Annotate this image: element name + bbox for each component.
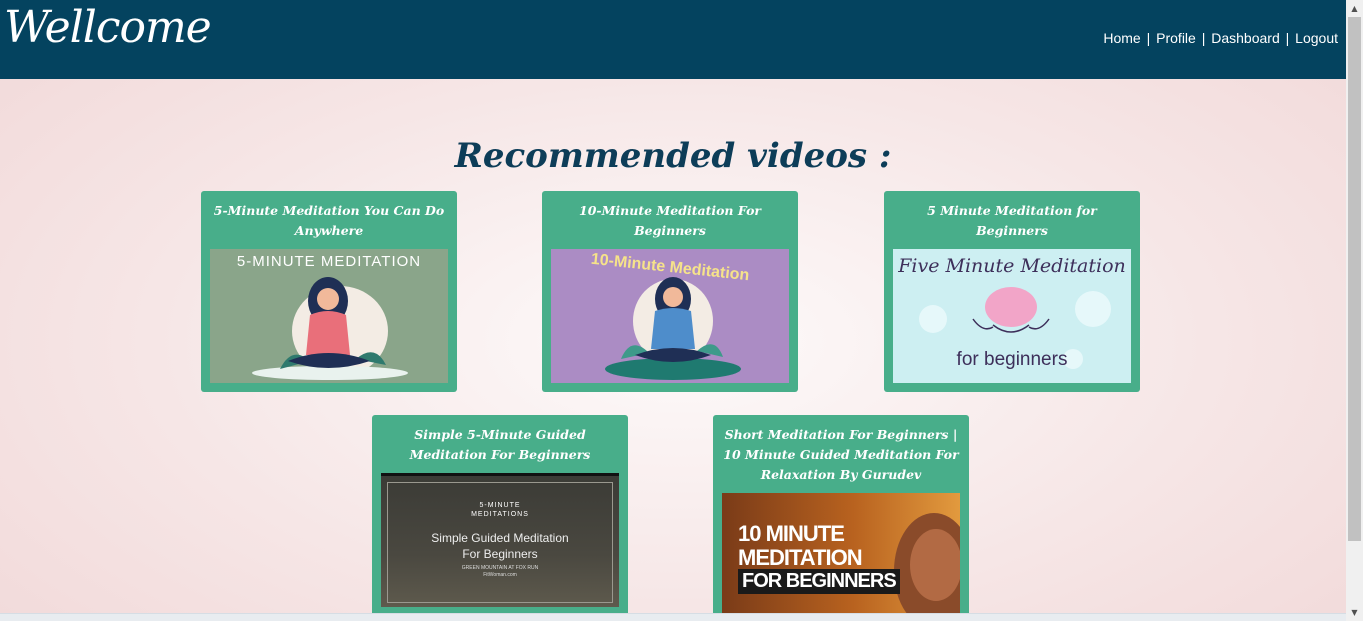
thumbnail-text: 10 MINUTE [738, 521, 845, 546]
video-title[interactable]: 10-Minute Meditation For Beginners [551, 201, 789, 241]
scroll-down-arrow-icon[interactable]: ▼ [1346, 604, 1363, 621]
section-title: Recommended videos : [454, 136, 892, 176]
video-card[interactable]: Short Meditation For Beginners | 10 Minu… [713, 415, 969, 621]
thumbnail-kicker: MEDITATIONS [471, 511, 529, 518]
video-thumbnail[interactable]: 5-MINUTE MEDITATION [210, 249, 448, 383]
video-card[interactable]: 5-Minute Meditation You Can Do Anywhere … [201, 191, 457, 392]
nav-separator: | [1201, 30, 1206, 46]
horizontal-scrollbar[interactable] [0, 613, 1346, 621]
thumbnail-small-text: FitWoman.com [483, 572, 517, 578]
video-title[interactable]: Simple 5-Minute Guided Meditation For Be… [381, 425, 619, 465]
thumbnail-text: Simple Guided Meditation [431, 531, 569, 545]
video-title[interactable]: 5-Minute Meditation You Can Do Anywhere [210, 201, 448, 241]
nav-home-link[interactable]: Home [1103, 30, 1140, 46]
top-nav: Home | Profile | Dashboard | Logout [1103, 30, 1338, 46]
site-header: Wellcome Home | Profile | Dashboard | Lo… [0, 0, 1346, 79]
nav-profile-link[interactable]: Profile [1156, 30, 1196, 46]
video-title[interactable]: Short Meditation For Beginners | 10 Minu… [722, 425, 960, 485]
thumbnail-text: For Beginners [462, 547, 538, 561]
thumbnail-text: 5-MINUTE MEDITATION [236, 253, 422, 270]
nav-dashboard-link[interactable]: Dashboard [1211, 30, 1280, 46]
thumbnail-subtext: for beginners [956, 349, 1068, 370]
video-thumbnail[interactable]: 10 MINUTE MEDITATION FOR BEGINNERS [722, 493, 960, 621]
video-card[interactable]: 10-Minute Meditation For Beginners 10-Mi… [542, 191, 798, 392]
scrollbar-thumb[interactable] [1348, 17, 1361, 541]
video-card[interactable]: Simple 5-Minute Guided Meditation For Be… [372, 415, 628, 616]
site-logo: Wellcome [4, 2, 212, 53]
vertical-scrollbar[interactable]: ▲ ▼ [1346, 0, 1363, 621]
nav-separator: | [1285, 30, 1290, 46]
nav-separator: | [1146, 30, 1151, 46]
thumbnail-small-text: GREEN MOUNTAIN AT FOX RUN [461, 565, 539, 571]
thumbnail-text: FOR BEGINNERS [738, 569, 900, 594]
video-title[interactable]: 5 Minute Meditation for Beginners [893, 201, 1131, 241]
scroll-up-arrow-icon[interactable]: ▲ [1346, 0, 1363, 17]
thumbnail-kicker: 5-MINUTE [479, 502, 521, 509]
thumbnail-text: Five Minute Meditation [898, 255, 1126, 277]
nav-logout-link[interactable]: Logout [1295, 30, 1338, 46]
video-thumbnail[interactable]: 5-MINUTE MEDITATIONS Simple Guided Medit… [381, 473, 619, 607]
video-card[interactable]: 5 Minute Meditation for Beginners Five M… [884, 191, 1140, 392]
thumbnail-text: MEDITATION [738, 545, 863, 570]
video-thumbnail[interactable]: 10-Minute Meditation [551, 249, 789, 383]
video-thumbnail[interactable]: Five Minute Meditation for beginners [893, 249, 1131, 383]
